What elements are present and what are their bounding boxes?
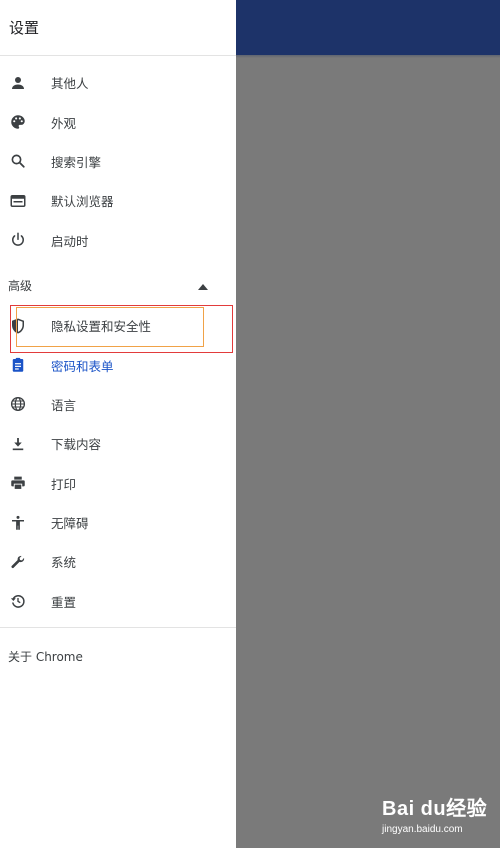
sidebar-item-label: 外观 [51, 115, 77, 131]
sidebar-item-accessibility[interactable]: 无障碍 [0, 503, 236, 542]
sidebar-item-label: 搜索引擎 [51, 154, 102, 170]
sidebar-item-downloads[interactable]: 下载内容 [0, 424, 236, 463]
clipboard-icon [8, 355, 28, 375]
advanced-toggle[interactable]: 高级 [0, 266, 236, 306]
watermark-brand: Bai du经验 [382, 798, 488, 820]
sidebar-item-system[interactable]: 系统 [0, 542, 236, 581]
sidebar-item-label: 语言 [51, 397, 77, 413]
basic-items: 其他人 外观 搜索引擎 默认浏览器 启动时 [0, 56, 236, 260]
browser-icon [8, 191, 28, 211]
sidebar-item-label: 重置 [51, 594, 77, 610]
sidebar-item-languages[interactable]: 语言 [0, 385, 236, 424]
print-icon [8, 473, 28, 493]
download-icon [8, 434, 28, 454]
baidu-jingyan-watermark: Bai du经验 jingyan.baidu.com [382, 792, 487, 835]
history-icon [8, 591, 28, 611]
sidebar-item-reset[interactable]: 重置 [0, 582, 236, 621]
sidebar-item-appearance[interactable]: 外观 [0, 102, 236, 141]
watermark-url: jingyan.baidu.com [382, 824, 463, 835]
drawer-title: 设置 [9, 19, 40, 37]
advanced-items: 隐私设置和安全性 密码和表单 语言 下载内容 打印 无障碍 系统 重置 [0, 306, 236, 621]
palette-icon [8, 112, 28, 132]
sidebar-item-search-engine[interactable]: 搜索引擎 [0, 142, 236, 181]
sidebar-item-people[interactable]: 其他人 [0, 63, 236, 102]
sidebar-item-label: 其他人 [51, 76, 89, 92]
sidebar-item-label: 启动时 [51, 233, 89, 249]
sidebar-item-label: 下载内容 [51, 437, 102, 453]
highlight-box-orange [16, 307, 204, 347]
search-icon [8, 151, 28, 171]
accessibility-icon [8, 513, 28, 533]
sidebar-item-on-startup[interactable]: 启动时 [0, 221, 236, 260]
sidebar-item-label: 无障碍 [51, 516, 89, 532]
top-bar [236, 0, 500, 55]
globe-icon [8, 394, 28, 414]
top-bar-shadow [236, 55, 500, 58]
advanced-label: 高级 [8, 279, 33, 294]
sidebar-item-label: 系统 [51, 555, 77, 571]
about-chrome-link[interactable]: 关于 Chrome [0, 628, 236, 684]
person-icon [8, 73, 28, 93]
settings-drawer: 设置 其他人 外观 搜索引擎 默认浏览器 启动时 高级 隐私设置和安全性 密码和… [0, 0, 236, 848]
sidebar-item-printing[interactable]: 打印 [0, 464, 236, 503]
triangle-up-icon [198, 279, 208, 293]
sidebar-item-default-browser[interactable]: 默认浏览器 [0, 181, 236, 220]
wrench-icon [8, 552, 28, 572]
sidebar-item-label: 默认浏览器 [51, 194, 114, 210]
sidebar-item-label: 打印 [51, 476, 77, 492]
sidebar-item-label: 密码和表单 [51, 358, 114, 374]
power-icon [8, 230, 28, 250]
